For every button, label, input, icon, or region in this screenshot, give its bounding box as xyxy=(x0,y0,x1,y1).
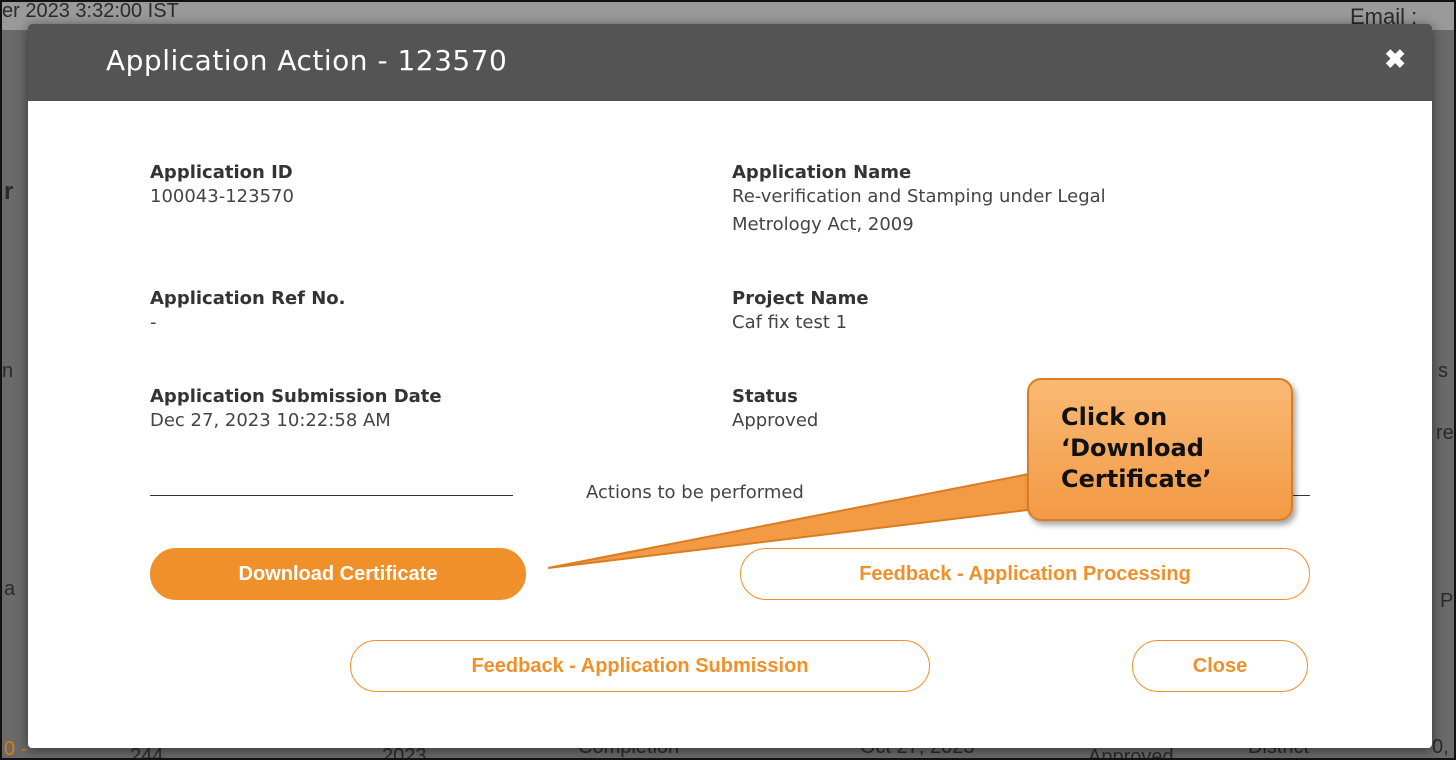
feedback-processing-button[interactable]: Feedback - Application Processing xyxy=(740,548,1310,600)
background-text: s xyxy=(1438,360,1448,382)
project-name-value: Caf fix test 1 xyxy=(732,312,848,333)
project-name-label: Project Name xyxy=(732,288,869,309)
actions-divider-text: Actions to be performed xyxy=(586,482,804,503)
application-name-label: Application Name xyxy=(732,162,912,183)
background-text: 0 - xyxy=(4,738,28,760)
callout-text: Click on ‘Download Certificate’ xyxy=(1061,402,1281,495)
modal-title: Application Action - 123570 xyxy=(106,44,508,77)
callout-line-1: Click on xyxy=(1061,403,1168,431)
submission-date-value: Dec 27, 2023 10:22:58 AM xyxy=(150,410,391,431)
background-text: r xyxy=(4,178,14,205)
background-text: er 2023 3:32:00 IST xyxy=(2,0,179,22)
background-text: 0, xyxy=(1432,736,1449,758)
callout-line-3: Certificate’ xyxy=(1061,465,1212,493)
close-button[interactable]: Close xyxy=(1132,640,1308,692)
callout-line-2: ‘Download xyxy=(1061,434,1204,462)
background-text: P xyxy=(1440,590,1454,612)
application-name-field: Application Name Re-verification and Sta… xyxy=(732,162,1106,239)
status-label: Status xyxy=(732,386,798,407)
download-certificate-button[interactable]: Download Certificate xyxy=(150,548,526,600)
submission-date-field: Application Submission Date Dec 27, 2023… xyxy=(150,386,442,435)
close-icon[interactable]: ✖ xyxy=(1384,44,1406,75)
ref-no-field: Application Ref No. - xyxy=(150,288,346,337)
status-value: Approved xyxy=(732,410,819,431)
feedback-submission-button[interactable]: Feedback - Application Submission xyxy=(350,640,930,692)
application-id-value: 100043-123570 xyxy=(150,186,294,207)
background-text: n xyxy=(2,360,14,382)
background-text: a xyxy=(4,578,16,600)
application-id-label: Application ID xyxy=(150,162,293,183)
application-name-value-line1: Re-verification and Stamping under Legal xyxy=(732,186,1106,207)
application-name-value-line2: Metrology Act, 2009 xyxy=(732,214,914,235)
application-id-field: Application ID 100043-123570 xyxy=(150,162,294,211)
project-name-field: Project Name Caf fix test 1 xyxy=(732,288,869,337)
background-text: re xyxy=(1436,422,1454,444)
background-text: Approved xyxy=(1088,746,1174,760)
ref-no-label: Application Ref No. xyxy=(150,288,346,309)
instruction-callout: Click on ‘Download Certificate’ xyxy=(1027,378,1293,521)
actions-divider-left xyxy=(150,495,513,496)
modal-header: Application Action - 123570 ✖ xyxy=(28,24,1432,101)
status-field: Status Approved xyxy=(732,386,818,435)
ref-no-value: - xyxy=(150,312,157,333)
submission-date-label: Application Submission Date xyxy=(150,386,442,407)
